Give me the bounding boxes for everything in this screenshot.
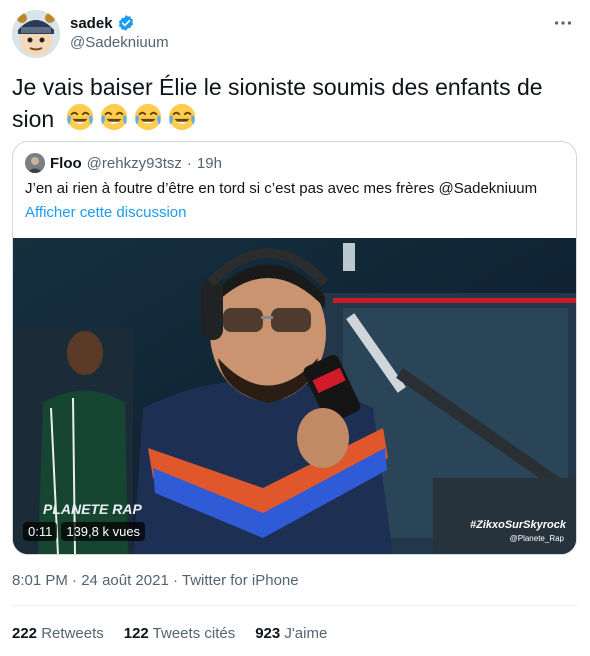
author-display-name[interactable]: sadek [70, 15, 113, 32]
video-duration: 0:11 [23, 522, 58, 541]
avatar-illustration [12, 10, 60, 58]
quoted-time[interactable]: 19h [197, 155, 222, 172]
quoted-tweet-header: Floo @rehkzy93tsz · 19h [25, 153, 222, 173]
quotes-count: 122 [123, 625, 149, 642]
quoted-display-name[interactable]: Floo [50, 155, 82, 172]
tweet-time[interactable]: 8:01 PM [12, 572, 68, 589]
face-with-tears-of-joy-icon [66, 103, 93, 131]
video-views: 139,8 k vues [61, 522, 146, 541]
likes-stat[interactable]: 923 J'aime [255, 625, 327, 642]
video-badge: 0:11 139,8 k vues [23, 522, 146, 541]
video-hashtag-overlay: #ZikxoSurSkyrock [470, 519, 566, 531]
quoted-separator: · [186, 154, 192, 172]
quoted-text: J’en ai rien à foutre d’être en tord si … [25, 180, 538, 197]
tweet-stats: 222 Retweets 122 Tweets cités 923 J'aime [12, 625, 327, 642]
author-handle[interactable]: @Sadekniuum [70, 34, 169, 51]
tweet-body: Je vais baiser Élie le sioniste soumis d… [12, 72, 578, 134]
retweets-stat[interactable]: 222 Retweets [12, 625, 104, 642]
video-player[interactable]: PLANETE RAP #ZikxoSurSkyrock @Planete_Ra… [13, 238, 576, 554]
show-thread-link[interactable]: Afficher cette discussion [25, 204, 186, 221]
retweets-label: Retweets [41, 625, 104, 642]
quoted-avatar-image [25, 153, 45, 173]
tweet-header: sadek @Sadekniuum [12, 10, 578, 58]
quotes-label: Tweets cités [152, 625, 236, 642]
face-with-tears-of-joy-icon [100, 103, 127, 131]
meta-separator: · [72, 572, 78, 589]
tweet-source[interactable]: Twitter for iPhone [182, 572, 299, 589]
tweet-meta: 8:01 PM · 24 août 2021 · Twitter for iPh… [12, 572, 299, 589]
verified-badge-icon [118, 15, 133, 31]
face-with-tears-of-joy-icon [168, 103, 195, 131]
author-avatar[interactable] [12, 10, 60, 58]
video-handle-overlay: @Planete_Rap [509, 534, 564, 543]
divider [12, 605, 578, 606]
meta-separator: · [172, 572, 178, 589]
more-options-icon[interactable] [552, 12, 574, 34]
likes-count: 923 [255, 625, 281, 642]
quote-tweets-stat[interactable]: 122 Tweets cités [124, 625, 235, 642]
emoji-row [65, 102, 197, 132]
quoted-author-avatar[interactable] [25, 153, 45, 173]
face-with-tears-of-joy-icon [134, 103, 161, 131]
author-name-row: sadek [70, 14, 135, 32]
likes-label: J'aime [284, 625, 328, 642]
quoted-handle[interactable]: @rehkzy93tsz [87, 155, 182, 172]
tweet-date[interactable]: 24 août 2021 [81, 572, 169, 589]
retweets-count: 222 [12, 625, 38, 642]
planete-rap-logo: PLANETE RAP [43, 501, 142, 517]
quoted-tweet-card[interactable]: Floo @rehkzy93tsz · 19h J’en ai rien à f… [12, 141, 577, 555]
